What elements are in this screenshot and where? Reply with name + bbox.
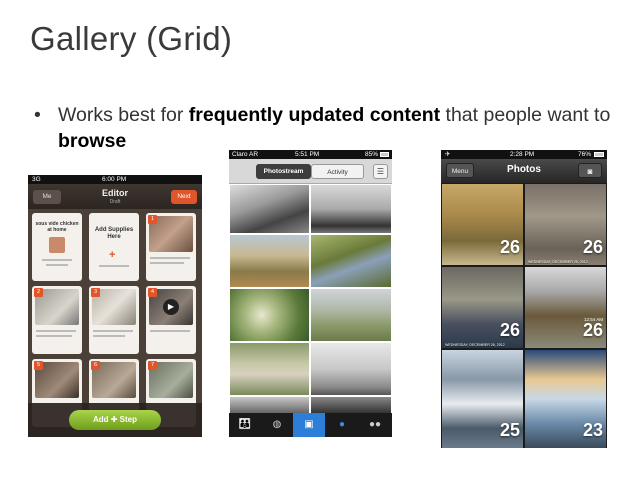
carrier-label: 3G — [32, 176, 41, 183]
photo-thumbnail[interactable] — [230, 397, 309, 413]
photo-day: 26 — [582, 237, 603, 257]
add-step-button[interactable]: Add ✚ Step — [69, 410, 161, 430]
status-time: 2:28 PM — [510, 151, 535, 158]
bullet-text-part: Works best for — [58, 104, 189, 126]
photo-date: WEDNESDAY, DECEMBER 26, 2012 — [445, 343, 505, 347]
battery-level: 76% — [577, 151, 591, 158]
photo-thumbnail[interactable] — [230, 289, 309, 341]
card-title: Add Supplies Here — [94, 227, 134, 240]
tab-photostream[interactable]: Photostream — [256, 164, 311, 179]
bullet-dot: • — [34, 104, 41, 126]
editor-bottom-bar: Add ✚ Step — [28, 403, 202, 437]
bullet-text: Works best for frequently updated conten… — [34, 102, 624, 154]
status-time: 5:51 PM — [295, 151, 320, 158]
status-bar: Claro AR 5:51 PM 85% — [229, 150, 392, 159]
photo-tile[interactable]: 26 WEDNESDAY, DECEMBER 26, 2012 — [442, 267, 523, 348]
step-card[interactable]: sous vide chicken at home — [32, 213, 82, 281]
step-number: 1 — [148, 215, 157, 224]
step-number: 7 — [148, 361, 157, 370]
photo-tile[interactable]: 26 — [442, 184, 523, 265]
step-number: 6 — [91, 361, 100, 370]
status-bar: 3G 6:00 PM — [28, 175, 202, 184]
text-line — [93, 330, 133, 332]
photo-thumbnail[interactable] — [311, 289, 391, 341]
text-line — [150, 262, 184, 264]
editor-nav-bar: Me Editor Draft Next — [28, 184, 202, 209]
photo-thumbnail[interactable] — [311, 235, 391, 287]
photo-tile[interactable]: 26 WEDNESDAY, DECEMBER 26, 2012 — [525, 184, 606, 265]
card-title: sous vide chicken at home — [35, 221, 79, 233]
person-icon[interactable]: ● — [326, 413, 358, 437]
photo-thumbnail[interactable] — [230, 185, 309, 233]
battery-icon — [594, 152, 604, 157]
step-card[interactable]: 4 ▶ — [146, 286, 196, 354]
text-line — [93, 335, 125, 337]
photo-day: 26 — [499, 320, 520, 340]
tab-bar: 👪 ◍ ▣ ● ●● — [229, 413, 392, 437]
photos-phone-screenshot: ✈ 2:28 PM 76% Menu Photos ◙ 26 26 WEDNES… — [441, 150, 607, 448]
text-line — [150, 257, 190, 259]
people-icon[interactable]: 👪 — [229, 413, 261, 437]
battery-icon — [380, 152, 389, 157]
text-line — [36, 335, 72, 337]
photo-day: 26 — [499, 237, 520, 257]
photo-day: 25 — [499, 420, 520, 440]
text-line — [150, 330, 190, 332]
globe-icon[interactable]: ◍ — [261, 413, 293, 437]
status-bar: ✈ 2:28 PM 76% — [441, 150, 607, 159]
text-line — [36, 330, 76, 332]
photos-nav-bar: Menu Photos ◙ — [441, 159, 607, 183]
step-number: 2 — [34, 288, 43, 297]
slide-title: Gallery (Grid) — [30, 20, 233, 57]
list-icon[interactable]: ☰ — [373, 164, 388, 179]
text-line — [46, 264, 68, 266]
photo-day: 26 — [582, 320, 603, 340]
photo-date: WEDNESDAY, DECEMBER 26, 2012 — [528, 260, 588, 264]
camera-icon[interactable]: ▣ — [293, 413, 325, 437]
airplane-icon: ✈ — [445, 151, 451, 158]
step-card[interactable]: 3 — [89, 286, 139, 354]
photostream-phone-screenshot: Claro AR 5:51 PM 85% Photostream Activit… — [229, 150, 392, 437]
step-card[interactable]: 2 — [32, 286, 82, 354]
bullet-point: • Works best for frequently updated cont… — [34, 102, 624, 154]
plus-icon: + — [109, 249, 116, 261]
editor-phone-screenshot: 3G 6:00 PM Me Editor Draft Next sous vid… — [28, 175, 202, 437]
dots-icon[interactable]: ●● — [359, 413, 391, 437]
bullet-emphasis: browse — [58, 130, 127, 152]
status-time: 6:00 PM — [102, 176, 127, 183]
segmented-control: Photostream Activity ☰ — [229, 159, 392, 184]
step-card[interactable]: 1 — [146, 213, 196, 281]
play-icon[interactable]: ▶ — [163, 299, 179, 315]
next-button[interactable]: Next — [171, 190, 197, 204]
photo-thumbnail[interactable] — [230, 343, 309, 395]
text-line — [42, 259, 72, 261]
photo-tile[interactable]: 25 — [442, 350, 523, 448]
bullet-emphasis: frequently updated content — [188, 104, 441, 126]
camera-icon[interactable]: ◙ — [578, 163, 602, 178]
carrier-label: Claro AR — [232, 151, 259, 158]
bullet-text-part: that people want to — [440, 104, 611, 126]
avatar — [49, 237, 65, 253]
tab-activity[interactable]: Activity — [311, 164, 364, 179]
photo-thumbnail[interactable] — [230, 235, 309, 287]
step-number: 3 — [91, 288, 100, 297]
battery-level: 85% — [364, 151, 378, 158]
photo-day: 23 — [582, 420, 603, 440]
photo-tile[interactable]: 23 — [525, 350, 606, 448]
step-number: 4 — [148, 288, 157, 297]
step-card[interactable]: Add Supplies Here + — [89, 213, 139, 281]
photo-thumbnail[interactable] — [311, 343, 391, 395]
photo-tile[interactable]: 12:54 AM 26 — [525, 267, 606, 348]
step-number: 5 — [34, 361, 43, 370]
text-line — [99, 265, 129, 267]
photo-thumbnail[interactable] — [311, 185, 391, 233]
photo-thumbnail[interactable] — [311, 397, 391, 413]
